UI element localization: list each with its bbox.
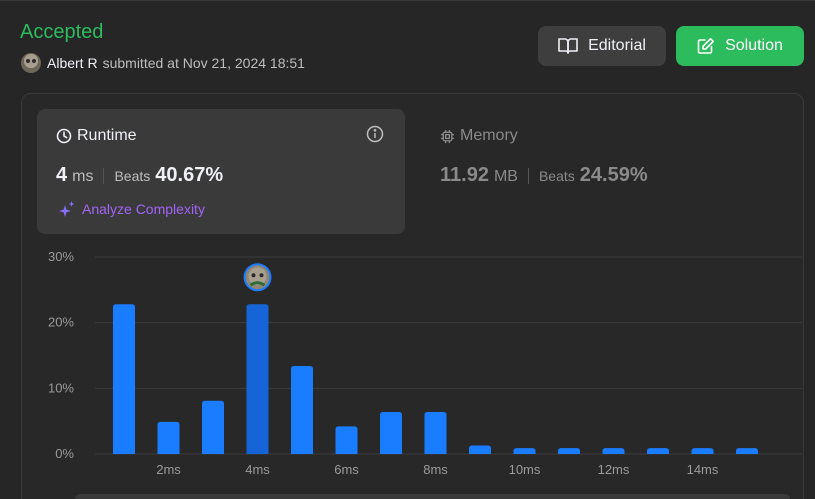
chart-bar[interactable] xyxy=(736,448,758,454)
chart-bar[interactable] xyxy=(246,304,269,454)
runtime-distribution-chart: 0% 10% 20% 30% 2ms 4ms 6ms 8ms 10ms 12ms 14ms xyxy=(48,249,802,477)
chart-bar[interactable] xyxy=(513,448,536,454)
x-tick-label: 8ms xyxy=(423,462,448,477)
y-tick-label: 10% xyxy=(48,380,74,395)
chart-bar[interactable] xyxy=(202,400,224,454)
y-tick-label: 30% xyxy=(48,249,74,264)
y-tick-label: 0% xyxy=(55,446,74,461)
chart-bar[interactable] xyxy=(602,448,625,454)
chart-bar[interactable] xyxy=(335,426,358,454)
chart-bar[interactable] xyxy=(691,448,714,454)
chart-bar[interactable] xyxy=(469,445,491,454)
x-tick-label: 4ms xyxy=(245,462,270,477)
x-tick-label: 6ms xyxy=(334,462,359,477)
user-position-avatar[interactable] xyxy=(243,263,272,292)
chart-bar[interactable] xyxy=(424,411,447,454)
chart-bar[interactable] xyxy=(157,421,180,454)
y-tick-label: 20% xyxy=(48,315,74,330)
x-tick-label: 14ms xyxy=(687,462,719,477)
chart-bar[interactable] xyxy=(380,411,402,454)
chart-bar[interactable] xyxy=(558,448,580,454)
chart-bar[interactable] xyxy=(113,304,135,454)
x-tick-label: 10ms xyxy=(509,462,541,477)
chart-bar[interactable] xyxy=(291,366,313,454)
x-tick-label: 2ms xyxy=(156,462,181,477)
x-tick-label: 12ms xyxy=(598,462,630,477)
chart-bar[interactable] xyxy=(647,448,669,454)
chart-range-scrollbar[interactable] xyxy=(75,494,790,499)
